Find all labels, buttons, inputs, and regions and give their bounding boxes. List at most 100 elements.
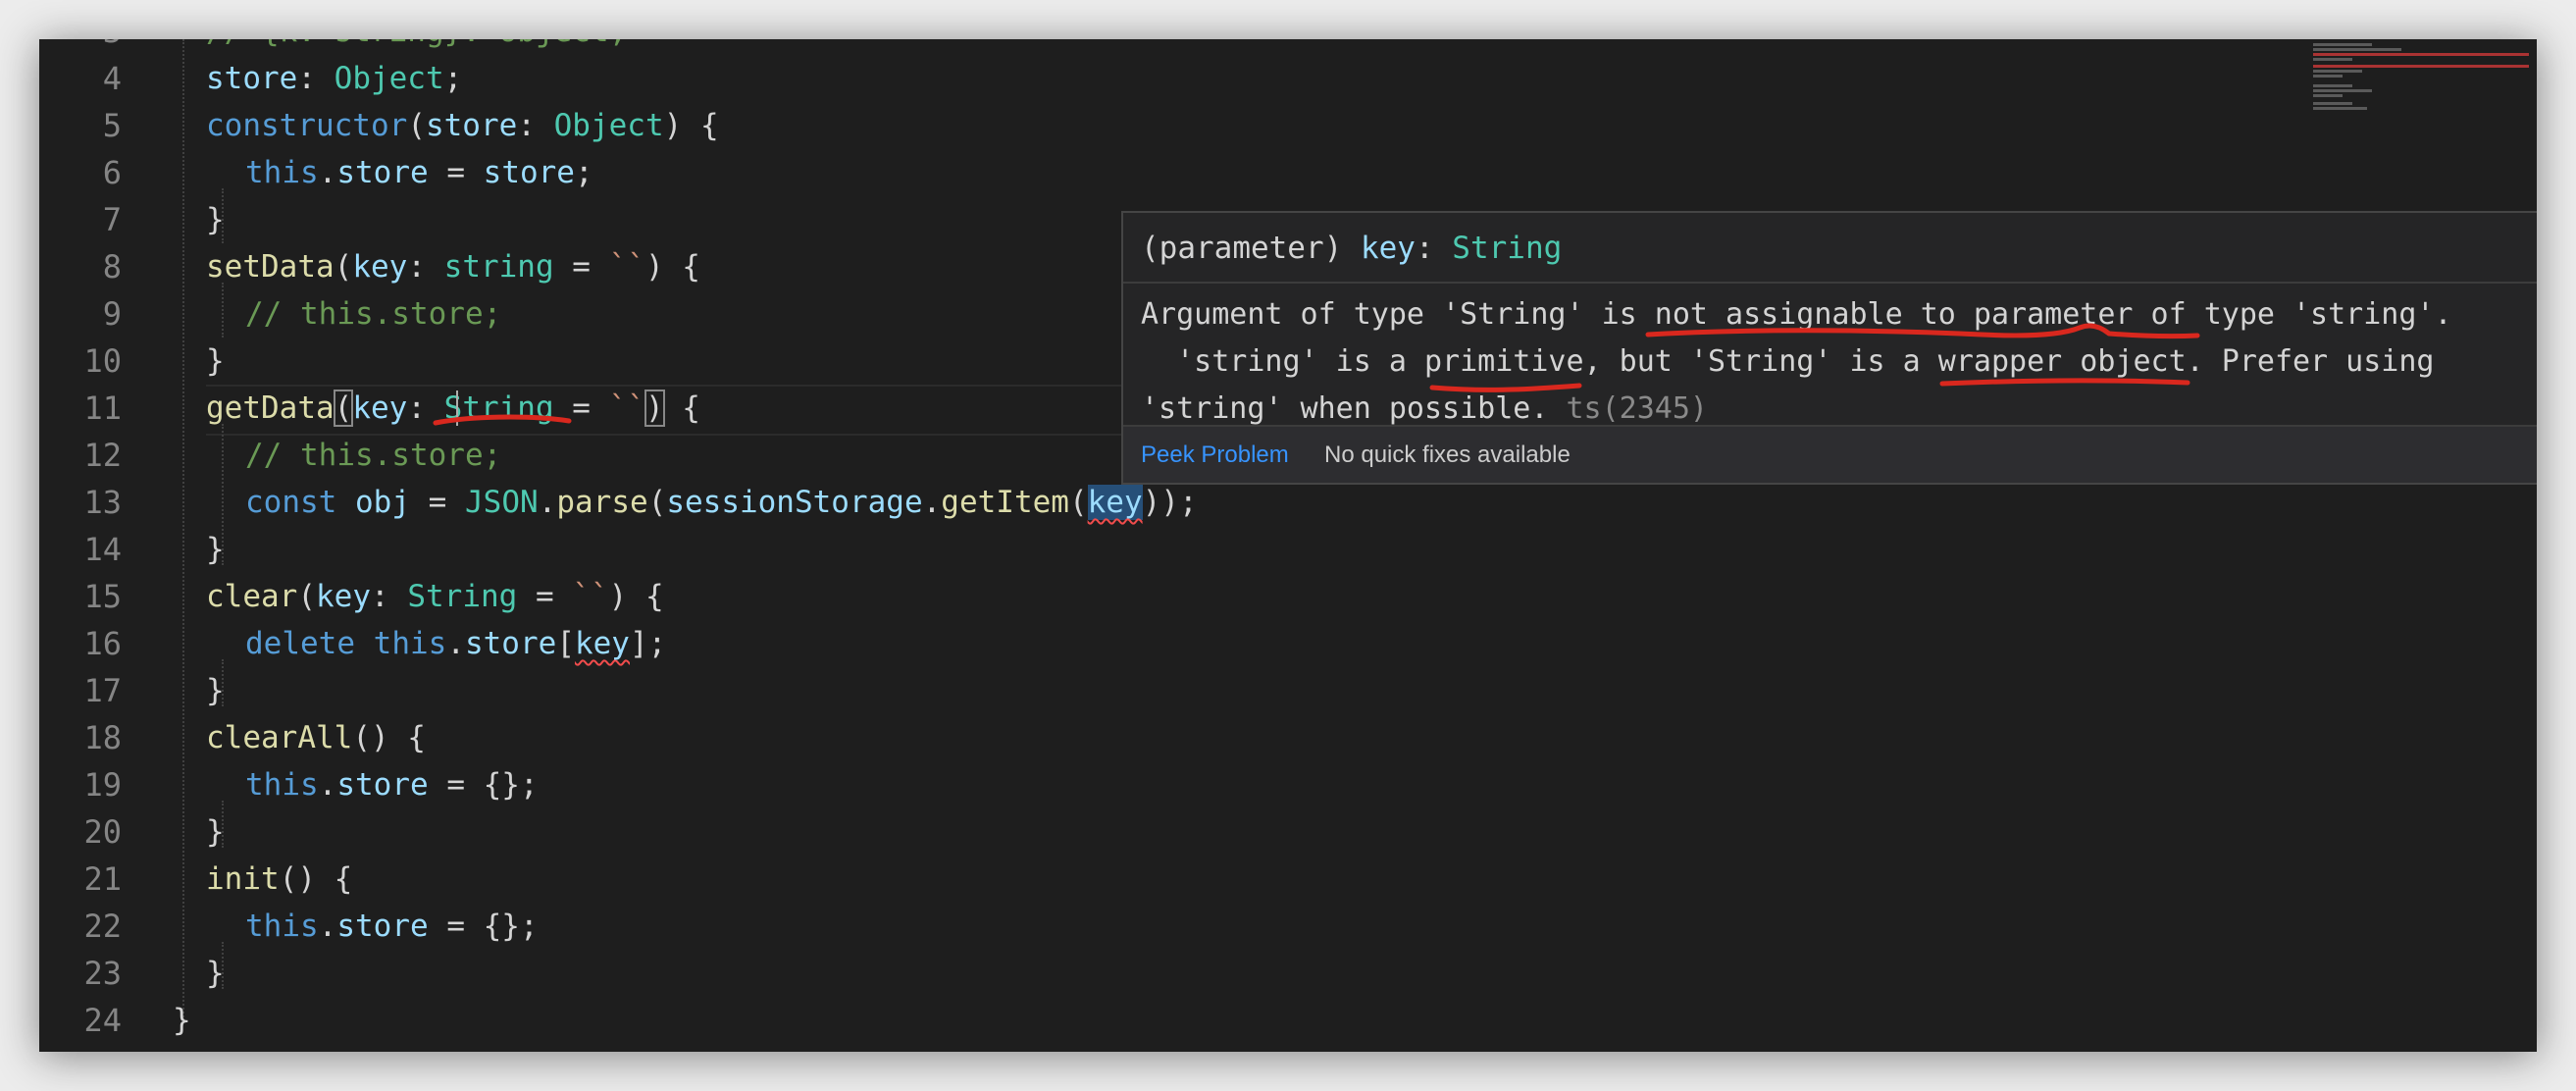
code-line[interactable]: this.store = store; (245, 149, 593, 196)
signature-type: String (1452, 231, 1563, 266)
code-token: Object (334, 61, 444, 96)
code-token: setData (206, 249, 335, 285)
code-token: ) { (608, 579, 664, 614)
error-message: Argument of type 'String' is not assigna… (1141, 291, 2537, 433)
code-token: = {}; (428, 767, 539, 803)
code-token: store (425, 108, 518, 143)
code-token: obj (355, 485, 410, 520)
code-line[interactable]: } (206, 667, 225, 714)
code-line[interactable]: store: Object; (206, 55, 462, 102)
code-line[interactable]: this.store = {}; (245, 761, 539, 808)
code-token: constructor (206, 108, 408, 143)
code-token: key (1087, 485, 1143, 520)
hover-status-bar: Peek Problem No quick fixes available (1123, 425, 2537, 483)
code-token: : (517, 108, 554, 143)
code-token: } (206, 673, 225, 708)
line-number: 6 (102, 154, 122, 191)
code-line[interactable]: } (206, 950, 225, 997)
line-number: 11 (83, 390, 122, 427)
code-token: ( (334, 249, 353, 285)
code-token: const (245, 485, 337, 520)
code-token: ( (407, 108, 426, 143)
code-token: : (371, 579, 408, 614)
line-number: 15 (83, 578, 122, 615)
line-number: 18 (83, 719, 122, 756)
code-token: Object (553, 108, 664, 143)
line-number: 3 (39, 39, 122, 55)
code-token: )); (1142, 485, 1198, 520)
code-token: } (206, 814, 225, 850)
code-token: = (410, 485, 465, 520)
line-number: 23 (83, 955, 122, 992)
error-hover-popup: (parameter) key: String Argument of type… (1121, 211, 2537, 485)
code-token: store (336, 767, 429, 803)
code-token: sessionStorage (666, 485, 923, 520)
line-number: 12 (83, 437, 122, 474)
code-token: String (407, 579, 518, 614)
code-token: this (245, 909, 319, 944)
line-number: 22 (83, 908, 122, 945)
editor-window: 3 4 5 6 7 8 9 10 11 12 13 14 15 16 17 18 19 20 21 22 23 24 //… (39, 39, 2537, 1052)
line-number: 24 (83, 1002, 122, 1039)
code-line[interactable]: const obj = JSON.parse(sessionStorage.ge… (245, 479, 1198, 526)
error-message-line-2: 'string' is a primitive, but 'String' is… (1141, 344, 2435, 379)
code-token: = (517, 579, 573, 614)
code-line[interactable]: } (206, 338, 225, 385)
minimap[interactable] (2301, 39, 2537, 167)
code-token: ; (574, 155, 593, 190)
code-token: key (352, 249, 408, 285)
code-line[interactable]: } (206, 196, 225, 243)
code-line[interactable]: clearAll() { (206, 714, 426, 761)
signature-prefix: (parameter) (1141, 231, 1361, 266)
code-line[interactable]: // this.store; (245, 432, 501, 479)
error-message-line-1: Argument of type 'String' is not assigna… (1141, 297, 2452, 332)
hover-signature: (parameter) key: String (1141, 227, 1562, 270)
code-token: store (336, 155, 429, 190)
code-token: // {k: string}: object; (206, 39, 627, 49)
line-number: 20 (83, 813, 122, 851)
code-token: () { (279, 861, 353, 897)
code-line[interactable]: // {k: string}: object; (206, 39, 627, 55)
code-token: ( (647, 485, 667, 520)
code-line[interactable]: init() { (206, 856, 352, 903)
hover-divider (1123, 282, 2537, 284)
code-token: init (206, 861, 280, 897)
code-token: string (443, 249, 554, 285)
code-token: } (173, 1003, 191, 1038)
code-token: this (245, 155, 319, 190)
code-token: JSON (465, 485, 539, 520)
line-number: 5 (102, 107, 122, 144)
code-line[interactable]: constructor(store: Object) { (206, 102, 719, 149)
code-token: store (483, 155, 575, 190)
code-line[interactable]: } (206, 808, 225, 856)
code-line[interactable]: } (173, 997, 191, 1044)
code-line[interactable]: setData(key: string = ``) { (206, 243, 700, 290)
code-token: ) { (663, 108, 719, 143)
code-token: key (574, 626, 630, 661)
code-token: clear (206, 579, 298, 614)
code-token: . (446, 626, 465, 661)
code-token: ( (333, 390, 354, 427)
code-token: . (318, 767, 337, 803)
line-number: 14 (83, 531, 122, 568)
code-token: } (206, 532, 225, 567)
code-line[interactable]: getData(key: String = ``) { (206, 385, 700, 432)
signature-separator: : (1415, 231, 1453, 266)
code-line[interactable]: delete this.store[key]; (245, 620, 666, 667)
code-line[interactable]: } (206, 526, 225, 573)
code-line[interactable]: this.store = {}; (245, 903, 539, 950)
no-quick-fixes-label: No quick fixes available (1324, 442, 1571, 468)
line-number: 7 (102, 201, 122, 238)
code-line[interactable]: clear(key: String = ``) { (206, 573, 664, 620)
code-token: clearAll (206, 720, 353, 755)
code-token: ( (1068, 485, 1088, 520)
line-number: 13 (83, 484, 122, 521)
line-number: 4 (102, 60, 122, 97)
code-line[interactable]: // this.store; (245, 290, 501, 338)
line-number: 16 (83, 625, 122, 662)
code-token: key (352, 390, 408, 426)
peek-problem-link[interactable]: Peek Problem (1141, 427, 1289, 483)
code-token: ; (443, 61, 463, 96)
